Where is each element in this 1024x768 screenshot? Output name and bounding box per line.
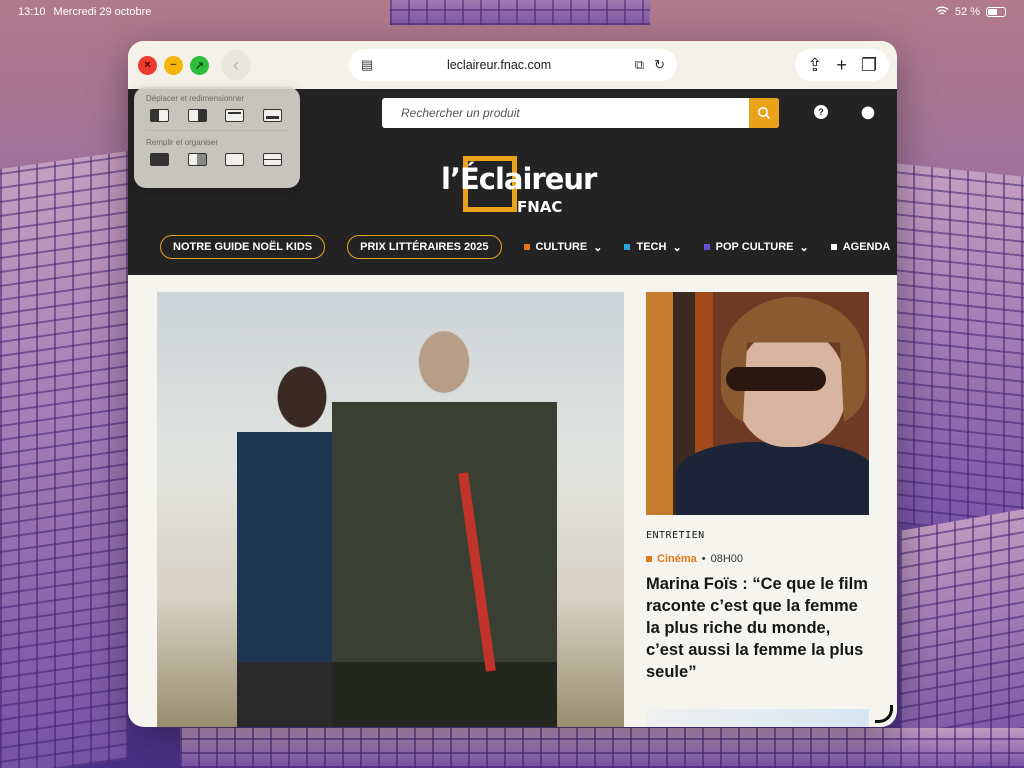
- address-bar[interactable]: ▤ leclaireur.fnac.com ⧉ ↻: [349, 49, 677, 81]
- battery-icon: [986, 7, 1006, 17]
- article-time: 08H00: [710, 553, 744, 565]
- share-icon[interactable]: ⇪: [807, 55, 822, 76]
- status-date: Mercredi 29 octobre: [53, 6, 152, 18]
- culture-square-icon: [523, 244, 530, 250]
- split-three-option[interactable]: [225, 153, 245, 166]
- menu-section-title-move: Déplacer et redimensionner: [146, 94, 245, 103]
- chevron-down-icon: ⌄: [672, 241, 682, 254]
- new-tab-icon[interactable]: +: [836, 55, 847, 76]
- wallpaper-building: [895, 163, 1024, 537]
- pop-culture-square-icon: [703, 244, 710, 250]
- move-resize-options: [150, 109, 282, 122]
- search-icon: [758, 107, 771, 120]
- page-content: ENTRETIEN Cinéma • 08H00 Marina Foïs : “…: [128, 275, 897, 727]
- resize-handle-icon[interactable]: [875, 705, 893, 723]
- fill-arrange-options: [150, 153, 282, 166]
- category-square-icon: [646, 556, 652, 562]
- next-article-card[interactable]: [646, 709, 869, 727]
- article-meta: Cinéma • 08H00: [646, 553, 743, 565]
- close-window-button[interactable]: ×: [138, 55, 157, 75]
- hero-person-right: [332, 302, 557, 727]
- nav-pill-guide-noel[interactable]: NOTRE GUIDE NOËL KIDS: [160, 235, 326, 259]
- url-text: leclaireur.fnac.com: [446, 58, 552, 72]
- nav-label: POP CULTURE: [715, 241, 794, 253]
- agenda-square-icon: [830, 244, 837, 250]
- portrait-glasses: [726, 367, 826, 391]
- logo-text: l’Éclaireur: [441, 162, 597, 196]
- nav-item-pop-culture[interactable]: POP CULTURE ⌄: [703, 241, 809, 254]
- article-headline[interactable]: Marina Foïs : “Ce que le film raconte c’…: [646, 573, 871, 683]
- menu-divider: [146, 130, 288, 131]
- back-button[interactable]: ‹: [221, 50, 251, 80]
- dot-separator: •: [701, 553, 706, 565]
- chevron-down-icon: ⌄: [593, 241, 603, 254]
- browser-toolbar: × − ↗ ‹ ▤ leclaireur.fnac.com ⧉ ↻ ⇪ + ❐: [128, 41, 897, 89]
- tech-square-icon: [624, 244, 631, 250]
- reload-icon[interactable]: ↻: [654, 57, 665, 73]
- split-two-option[interactable]: [187, 153, 207, 166]
- nav-item-tech[interactable]: TECH ⌄: [624, 241, 682, 254]
- tile-left-option[interactable]: [150, 109, 169, 122]
- fill-screen-option[interactable]: [150, 153, 169, 166]
- logo-subtext: FNAC: [517, 198, 563, 216]
- main-nav: NOTRE GUIDE NOËL KIDS PRIX LITTÉRAIRES 2…: [160, 235, 897, 259]
- status-bar: 13:10 Mercredi 29 octobre 52 %: [0, 0, 1024, 24]
- portrait-body: [676, 442, 869, 515]
- search-input[interactable]: Rechercher un produit: [382, 106, 749, 120]
- minimize-window-button[interactable]: −: [164, 55, 183, 75]
- site-logo[interactable]: l’Éclaireur FNAC: [441, 156, 597, 216]
- reader-icon[interactable]: ▤: [361, 57, 373, 73]
- article-kicker: ENTRETIEN: [646, 530, 705, 541]
- wallpaper-building: [0, 151, 128, 768]
- nav-item-culture[interactable]: CULTURE ⌄: [523, 241, 603, 254]
- status-time: 13:10: [18, 6, 46, 18]
- tile-bottom-option[interactable]: [262, 109, 282, 122]
- grid-four-option[interactable]: [262, 153, 282, 166]
- extension-icon[interactable]: ⧉: [635, 57, 644, 73]
- search-button[interactable]: [749, 98, 779, 128]
- nav-label: CULTURE: [535, 241, 588, 253]
- window-controls: × − ↗: [138, 55, 209, 75]
- nav-label: TECH: [636, 241, 667, 253]
- tile-right-option[interactable]: [187, 109, 207, 122]
- battery-percent: 52 %: [954, 6, 980, 18]
- maximize-window-button[interactable]: ↗: [190, 55, 209, 75]
- chevron-down-icon: ⌄: [799, 241, 809, 254]
- wallpaper-building: [180, 728, 1024, 768]
- toolbar-actions: ⇪ + ❐: [795, 49, 889, 81]
- menu-section-title-fill: Remplir et organiser: [146, 138, 219, 147]
- hero-image[interactable]: [157, 292, 624, 727]
- tile-top-option[interactable]: [225, 109, 245, 122]
- help-icon[interactable]: ?: [814, 105, 828, 119]
- chevron-left-icon: ‹: [233, 54, 239, 75]
- nav-label: AGENDA: [842, 241, 891, 253]
- window-arrange-menu: Déplacer et redimensionner Remplir et or…: [134, 87, 300, 188]
- tabs-overview-icon[interactable]: ❐: [861, 55, 877, 76]
- nav-item-agenda[interactable]: AGENDA: [830, 241, 891, 253]
- wifi-icon: [935, 6, 949, 19]
- nav-pill-prix-litteraires[interactable]: PRIX LITTÉRAIRES 2025: [347, 235, 502, 259]
- location-pin-icon[interactable]: ⬤: [861, 105, 875, 119]
- article-category[interactable]: Cinéma: [657, 553, 697, 565]
- search-bar[interactable]: Rechercher un produit: [382, 98, 779, 128]
- article-image[interactable]: [646, 292, 869, 515]
